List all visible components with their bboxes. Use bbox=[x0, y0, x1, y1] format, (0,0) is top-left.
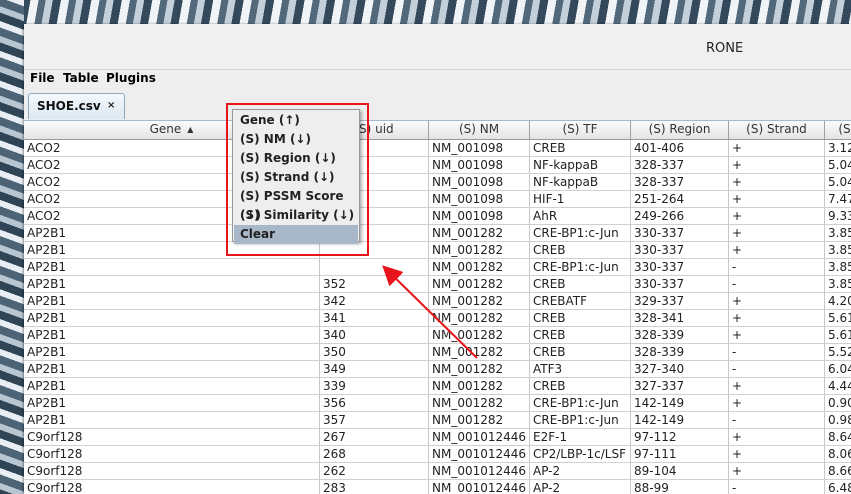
annotation-arrow-line bbox=[382, 265, 478, 359]
annotation-arrow bbox=[382, 265, 478, 359]
